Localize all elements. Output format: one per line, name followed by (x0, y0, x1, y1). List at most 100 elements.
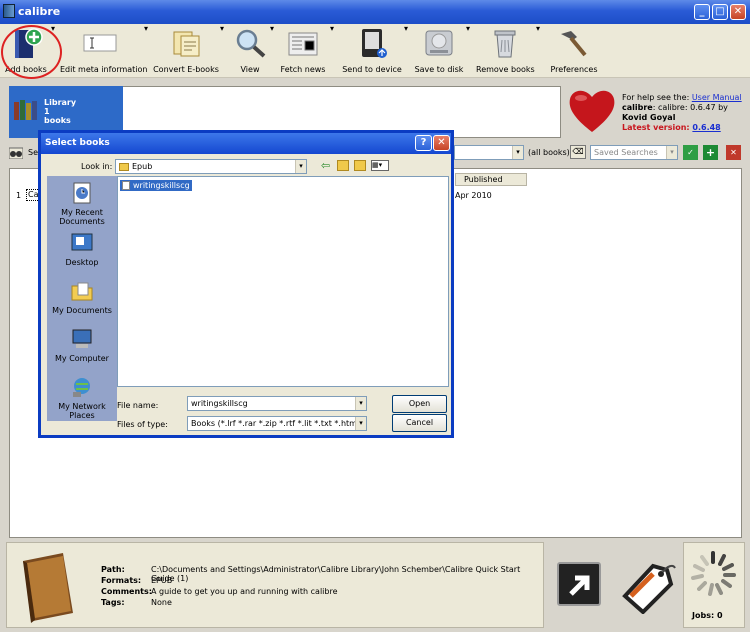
book-details-panel: Path: C:\Documents and Settings\Administ… (6, 542, 544, 628)
calibre-app-icon (3, 4, 15, 18)
main-toolbar: Add books ▾ Edit meta information ▾ Conv… (0, 24, 750, 79)
add-books-dropdown[interactable]: ▾ (51, 24, 55, 78)
search-input[interactable]: ▾ (454, 145, 524, 160)
jobs-panel[interactable]: Jobs: 0 (683, 542, 745, 628)
send-to-device-label: Send to device (342, 65, 402, 74)
send-to-device-button[interactable]: Send to device (342, 24, 402, 78)
version-text: calibre: 0.6.47 by (657, 103, 728, 112)
save-search-button[interactable]: ✓ (683, 145, 698, 160)
file-list: writingskillscg (117, 176, 449, 387)
my-network-icon (73, 378, 90, 397)
comments-label: Comments: (101, 587, 152, 596)
saved-searches-select[interactable]: Saved Searches ▾ (590, 145, 678, 160)
spinner-icon (691, 551, 736, 596)
fetch-news-button[interactable]: Fetch news (278, 24, 328, 78)
search-label: Se (28, 148, 38, 157)
view-dropdown[interactable]: ▾ (270, 24, 274, 78)
minimize-button[interactable]: _ (694, 4, 710, 20)
library-label: Library 1 books (44, 98, 77, 125)
view-label: View (240, 65, 260, 74)
convert-ebooks-label: Convert E-books (153, 65, 219, 74)
heart-donate-icon[interactable] (566, 86, 618, 134)
help-info: For help see the: User Manual calibre: c… (622, 93, 742, 132)
send-device-dropdown[interactable]: ▾ (404, 24, 408, 78)
place-my-network[interactable]: My Network Places (47, 376, 117, 420)
magnifier-icon (236, 29, 266, 58)
remove-books-button[interactable]: Remove books (476, 24, 535, 78)
remove-dropdown[interactable]: ▾ (536, 24, 540, 78)
desktop-icon (71, 233, 93, 251)
file-name-label: File name: (117, 401, 159, 410)
window-title: calibre (18, 5, 61, 18)
up-folder-icon[interactable] (337, 160, 349, 171)
my-computer-icon (72, 329, 92, 348)
maximize-button[interactable]: □ (712, 4, 728, 20)
dialog-title: Select books (41, 133, 451, 154)
tag-icon[interactable] (617, 552, 679, 614)
folder-icon (119, 162, 129, 171)
place-desktop[interactable]: Desktop (47, 232, 117, 267)
file-item-selected[interactable]: writingskillscg (120, 180, 192, 191)
column-header-published[interactable]: Published (455, 173, 527, 186)
tags-value: None (151, 598, 172, 607)
remove-books-label: Remove books (476, 65, 535, 74)
preferences-button[interactable]: Preferences (548, 24, 600, 78)
ereader-icon (362, 29, 387, 58)
all-books-label: (all books) (528, 148, 570, 157)
arrow-up-right-icon (569, 575, 590, 596)
user-manual-link[interactable]: User Manual (692, 93, 742, 102)
save-disk-dropdown[interactable]: ▾ (466, 24, 470, 78)
look-in-label: Look in: (81, 162, 113, 171)
files-of-type-select[interactable]: Books (*.lrf *.rar *.zip *.rtf *.lit *.t… (187, 416, 367, 431)
cancel-button[interactable]: Cancel (392, 414, 447, 432)
book-cover-icon (23, 553, 73, 623)
save-to-disk-label: Save to disk (414, 65, 464, 74)
close-button[interactable]: ✕ (730, 4, 746, 20)
row-number: 1 (16, 191, 22, 200)
recent-documents-icon (73, 182, 91, 204)
file-name-input[interactable]: writingskillscg ▾ (187, 396, 367, 411)
place-my-documents[interactable]: My Documents (47, 280, 117, 315)
latest-version-link[interactable]: 0.6.48 (692, 123, 720, 132)
convert-ebooks-button[interactable]: Convert E-books (152, 24, 220, 78)
save-to-disk-button[interactable]: Save to disk (414, 24, 464, 78)
my-documents-icon (71, 282, 93, 301)
edit-meta-icon (83, 34, 117, 52)
view-button[interactable]: View (230, 24, 270, 78)
place-my-computer[interactable]: My Computer (47, 328, 117, 363)
select-books-dialog: Select books ? ✕ Look in: Epub ▾ ⇦ ▦▾ My … (38, 130, 454, 438)
tags-label: Tags: (101, 598, 125, 607)
row-published-cell[interactable]: Apr 2010 (455, 191, 492, 200)
look-in-select[interactable]: Epub ▾ (115, 159, 307, 174)
fetch-news-dropdown[interactable]: ▾ (330, 24, 334, 78)
hammer-icon (561, 31, 587, 57)
file-icon (122, 181, 130, 190)
dialog-close-button[interactable]: ✕ (433, 135, 450, 151)
formats-value[interactable]: EPUB (151, 576, 172, 585)
dialog-help-button[interactable]: ? (415, 135, 432, 151)
edit-meta-dropdown[interactable]: ▾ (144, 24, 148, 78)
convert-ebooks-icon (173, 31, 200, 57)
hard-disk-icon (425, 30, 453, 56)
newspaper-icon (288, 32, 318, 56)
delete-search-button[interactable]: ✕ (726, 145, 741, 160)
window-title-bar: calibre _ □ ✕ (0, 0, 750, 24)
tweak-book-button[interactable] (557, 562, 601, 606)
place-recent-documents[interactable]: My Recent Documents (47, 182, 117, 226)
new-folder-icon[interactable] (354, 160, 366, 171)
back-icon[interactable]: ⇦ (321, 160, 330, 171)
comments-value: A guide to get you up and running with c… (151, 587, 338, 596)
add-search-button[interactable]: + (703, 145, 718, 160)
files-of-type-label: Files of type: (117, 420, 168, 429)
library-books-icon (14, 100, 37, 120)
open-button[interactable]: Open (392, 395, 447, 413)
trash-icon (494, 30, 516, 58)
view-menu-icon[interactable]: ▦▾ (371, 160, 389, 171)
clear-search-button[interactable]: ⌫ (570, 145, 586, 159)
edit-meta-label: Edit meta information (60, 65, 148, 74)
path-label: Path: (101, 565, 125, 574)
path-value[interactable]: C:\Documents and Settings\Administrator\… (151, 565, 543, 583)
convert-dropdown[interactable]: ▾ (220, 24, 224, 78)
edit-meta-button[interactable]: Edit meta information (60, 24, 148, 78)
binoculars-icon (9, 147, 23, 159)
